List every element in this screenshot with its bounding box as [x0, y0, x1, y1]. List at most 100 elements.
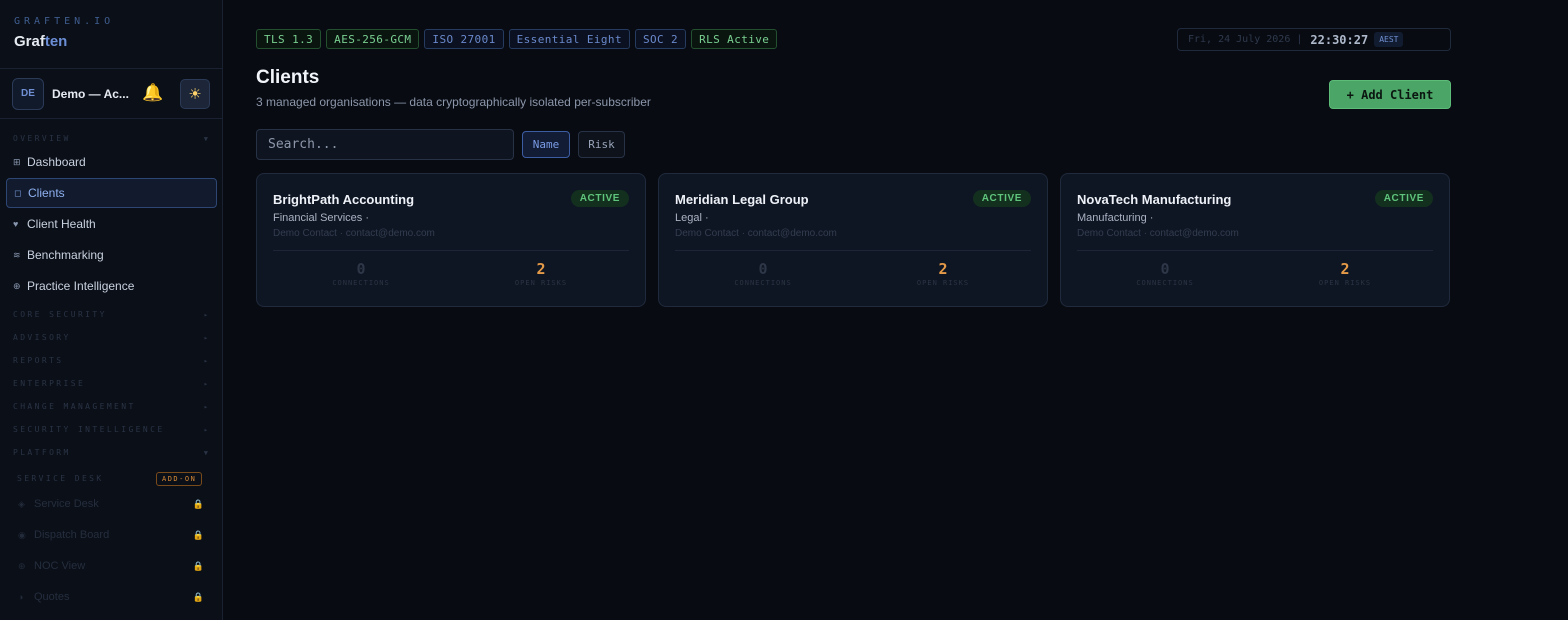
brand-name-main: Graf	[14, 33, 45, 50]
sidebar-item-benchmarking[interactable]: ≋ Benchmarking	[6, 240, 217, 270]
connections-stat: 0 CONNECTIONS	[673, 260, 853, 287]
sidebar-item-dashboard[interactable]: ⊞ Dashboard	[6, 147, 217, 177]
connections-stat: 0 CONNECTIONS	[1075, 260, 1255, 287]
badge-tls: TLS 1.3	[256, 29, 322, 49]
sidebar-item-label: Service Desk	[34, 498, 99, 510]
section-label: ENTERPRISE	[13, 379, 86, 388]
clock-timezone: AEST	[1374, 32, 1404, 47]
badge-soc2: SOC 2	[634, 29, 687, 49]
client-name: BrightPath Accounting	[273, 192, 415, 207]
sidebar-item-label: Practice Intelligence	[27, 279, 135, 293]
grid-icon: ⊞	[13, 156, 21, 167]
section-label: CORE SECURITY	[13, 310, 107, 319]
account-name[interactable]: Demo — Ac...	[52, 87, 130, 101]
page-title: Clients	[256, 67, 320, 88]
sidebar-item-label: Client Health	[27, 217, 96, 231]
connections-label: CONNECTIONS	[332, 279, 390, 287]
bell-icon[interactable]: 🔔	[142, 83, 163, 103]
sidebar-item-service-desk[interactable]: ◈ Service Desk 🔒	[18, 492, 204, 516]
theme-toggle-button[interactable]: ☀	[180, 79, 210, 109]
section-label: CHANGE MANAGEMENT	[13, 402, 136, 411]
connections-value: 0	[356, 260, 366, 278]
circle-icon: ◉	[18, 529, 26, 540]
sort-by-risk-button[interactable]: Risk	[578, 131, 625, 158]
chevron-right-icon: ▸	[203, 333, 208, 342]
open-risks-stat: 2 OPEN RISKS	[451, 260, 631, 287]
badge-essential-eight: Essential Eight	[508, 29, 630, 49]
client-name: NovaTech Manufacturing	[1077, 192, 1232, 207]
connections-stat: 0 CONNECTIONS	[271, 260, 451, 287]
client-card[interactable]: NovaTech Manufacturing ACTIVE Manufactur…	[1060, 173, 1450, 307]
sidebar-item-noc-view[interactable]: ⊕ NOC View 🔒	[18, 554, 204, 578]
section-label: SERVICE DESK	[17, 474, 104, 483]
diamond-icon: ◈	[18, 498, 25, 509]
brand: GRAFTEN.IO Graften	[0, 0, 222, 69]
chevron-right-icon: ▸	[203, 310, 208, 319]
clock-separator: |	[1296, 34, 1303, 45]
client-industry: Financial Services ·	[273, 212, 369, 224]
client-contact: Demo Contact · contact@demo.com	[675, 228, 837, 239]
section-label: SECURITY INTELLIGENCE	[13, 425, 165, 434]
half-circle-icon: ◑	[18, 592, 24, 602]
connections-label: CONNECTIONS	[1136, 279, 1194, 287]
connections-label: CONNECTIONS	[734, 279, 792, 287]
lock-icon: 🔒	[192, 529, 204, 540]
sidebar-item-label: Quotes	[34, 591, 70, 603]
badge-aes: AES-256-GCM	[326, 29, 420, 49]
open-risks-label: OPEN RISKS	[1318, 279, 1372, 287]
open-risks-value: 2	[938, 260, 948, 278]
section-enterprise[interactable]: ENTERPRISE ▸	[13, 379, 208, 388]
client-contact: Demo Contact · contact@demo.com	[1077, 228, 1239, 239]
search-input[interactable]	[256, 129, 514, 160]
section-label: ADVISORY	[13, 333, 71, 342]
client-industry: Legal ·	[675, 212, 709, 224]
connections-value: 0	[758, 260, 768, 278]
sort-by-name-button[interactable]: Name	[522, 131, 570, 158]
clock-date: Fri, 24 July 2026	[1188, 34, 1291, 45]
client-name: Meridian Legal Group	[675, 192, 809, 207]
brand-kicker: GRAFTEN.IO	[14, 16, 115, 27]
section-security-intelligence[interactable]: SECURITY INTELLIGENCE ▸	[13, 425, 208, 434]
badge-rls: RLS Active	[691, 29, 778, 49]
lock-icon: 🔒	[192, 591, 204, 602]
account-bar: DE Demo — Ac... 🔔 ☀	[0, 69, 222, 119]
avatar[interactable]: DE	[12, 77, 44, 110]
sidebar-item-quotes[interactable]: ◑ Quotes 🔒	[18, 585, 204, 609]
card-divider	[1077, 250, 1433, 251]
heart-icon: ♥	[13, 219, 19, 229]
client-card[interactable]: BrightPath Accounting ACTIVE Financial S…	[256, 173, 646, 307]
sidebar-item-label: Benchmarking	[27, 248, 104, 262]
chevron-right-icon: ▸	[203, 402, 208, 411]
open-risks-value: 2	[1340, 260, 1350, 278]
lock-icon: 🔒	[192, 498, 204, 509]
section-platform[interactable]: PLATFORM ▼	[13, 448, 208, 457]
sidebar-item-practice-intelligence[interactable]: ⊕ Practice Intelligence	[6, 271, 217, 301]
sidebar-item-clients[interactable]: ◻ Clients	[6, 178, 217, 208]
addon-badge: ADD-ON	[156, 472, 203, 486]
section-overview[interactable]: OVERVIEW ▼	[13, 134, 208, 143]
clock-time: 22:30:27	[1310, 32, 1369, 47]
add-client-button[interactable]: + Add Client	[1329, 80, 1451, 109]
brand-name[interactable]: Graften	[14, 33, 208, 50]
client-card[interactable]: Meridian Legal Group ACTIVE Legal · Demo…	[658, 173, 1048, 307]
chevron-right-icon: ▸	[203, 379, 208, 388]
badge-iso: ISO 27001	[424, 29, 504, 49]
open-risks-stat: 2 OPEN RISKS	[1255, 260, 1435, 287]
lock-icon: 🔒	[192, 560, 204, 571]
client-industry: Manufacturing ·	[1077, 212, 1154, 224]
sidebar-item-client-health[interactable]: ♥ Client Health	[6, 209, 217, 239]
waves-icon: ≋	[13, 249, 21, 260]
sidebar-item-label: NOC View	[34, 560, 86, 572]
chevron-right-icon: ▸	[203, 425, 208, 434]
status-badge: ACTIVE	[570, 190, 629, 207]
card-divider	[675, 250, 1031, 251]
target-icon: ⊕	[13, 280, 21, 291]
sun-icon: ☀	[188, 86, 202, 103]
section-core-security[interactable]: CORE SECURITY ▸	[13, 310, 208, 319]
section-advisory[interactable]: ADVISORY ▸	[13, 333, 208, 342]
open-risks-value: 2	[536, 260, 546, 278]
sidebar-item-dispatch-board[interactable]: ◉ Dispatch Board 🔒	[18, 523, 204, 547]
section-reports[interactable]: REPORTS ▸	[13, 356, 208, 365]
brand-name-accent: ten	[44, 33, 68, 50]
section-change-management[interactable]: CHANGE MANAGEMENT ▸	[13, 402, 208, 411]
